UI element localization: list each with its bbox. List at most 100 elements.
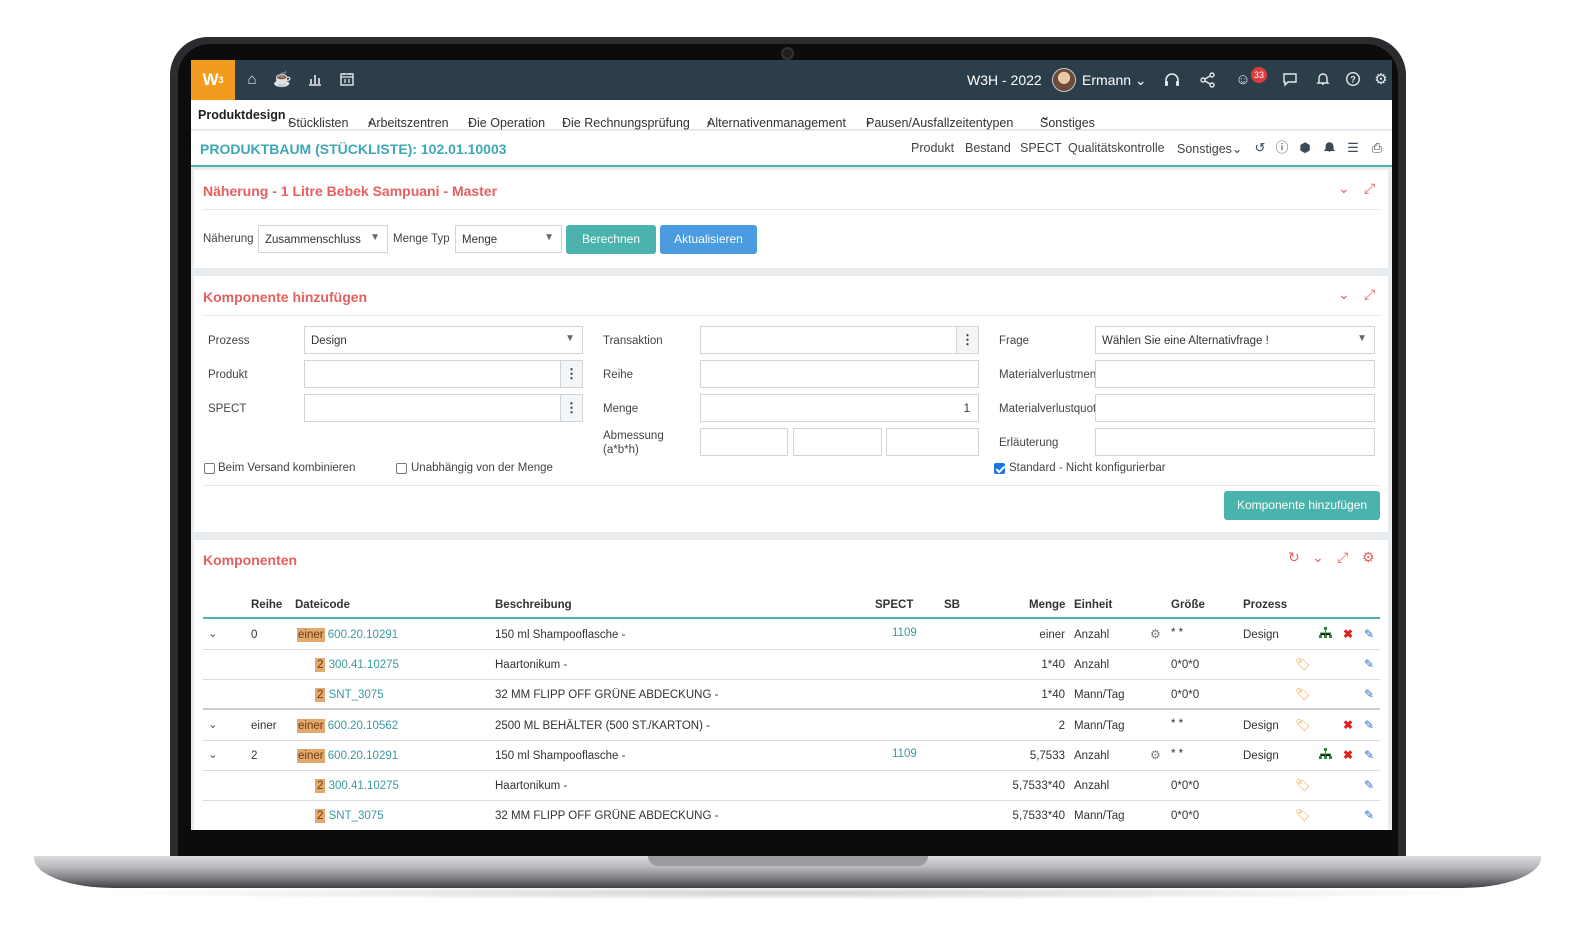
spect-input[interactable]: ⋮ (304, 394, 583, 422)
table-row[interactable]: ⌄ 2 einer 600.20.10291 150 ml Shampoofla… (203, 741, 1380, 771)
tree-icon[interactable] (1319, 627, 1332, 642)
col-beschreibung[interactable]: Beschreibung (495, 599, 572, 611)
standard-checkbox[interactable] (994, 463, 1005, 474)
chevron-down-icon[interactable]: ⌄ (208, 626, 218, 640)
collapse-icon[interactable]: ⌄ (1338, 286, 1350, 303)
more-icon[interactable]: ⋮ (956, 327, 978, 353)
more-icon[interactable]: ⋮ (560, 395, 582, 421)
table-row[interactable]: ⌄ 0 einer 600.20.10291 150 ml Shampoofla… (203, 620, 1380, 650)
link-bestand[interactable]: Bestand (965, 141, 1011, 155)
erlaeuterung-input[interactable] (1095, 428, 1375, 456)
bell-icon[interactable] (1314, 71, 1332, 89)
edit-icon[interactable]: ✎ (1364, 657, 1374, 671)
table-row[interactable]: ⌄ einer einer 600.20.10562 2500 ML BEHÄL… (203, 711, 1380, 741)
print-icon[interactable]: ⎙ (1370, 140, 1384, 156)
cube-icon[interactable]: ⬢ (1298, 140, 1312, 156)
link-sonstiges[interactable]: Sonstiges⌄ (1177, 141, 1242, 156)
prozess-select[interactable]: Design ▼ (304, 326, 583, 354)
delete-icon[interactable]: ✖ (1343, 627, 1353, 641)
edit-icon[interactable]: ✎ (1364, 718, 1374, 732)
reihe-input[interactable] (700, 360, 979, 388)
table-row[interactable]: 2 300.41.10275 Haartonikum - 1*40 Anzahl… (203, 650, 1380, 680)
tag-icon[interactable]: 🏷 (1295, 657, 1310, 671)
menu-item-produktdesign[interactable]: Produktdesign (198, 108, 286, 122)
help-icon[interactable]: ? (1344, 71, 1362, 89)
gear-icon[interactable]: ⚙ (1150, 748, 1161, 762)
col-groesse[interactable]: Größe (1171, 599, 1205, 611)
berechnen-button[interactable]: Berechnen (566, 225, 656, 254)
aktualisieren-button[interactable]: Aktualisieren (660, 225, 757, 254)
calendar-icon[interactable] (338, 71, 356, 89)
col-dateicode[interactable]: Dateicode (295, 599, 350, 611)
tag-icon[interactable]: 🏷 (1295, 718, 1310, 732)
chevron-down-icon[interactable]: ⌄ (208, 717, 218, 731)
col-einheit[interactable]: Einheit (1074, 599, 1112, 611)
col-reihe[interactable]: Reihe (251, 599, 282, 611)
share-icon[interactable] (1199, 71, 1217, 89)
bar-chart-icon[interactable] (306, 71, 324, 89)
menu-item-sonstiges[interactable]: Sonstiges ⌄ (1040, 108, 1095, 130)
user-menu[interactable]: Ermann ⌄ (1082, 72, 1147, 89)
table-row[interactable]: 2 SNT_3075 32 MM FLIPP OFF GRÜNE ABDECKU… (203, 801, 1380, 830)
col-prozess[interactable]: Prozess (1243, 599, 1287, 611)
tag-icon[interactable]: 🏷 (1295, 808, 1310, 822)
menge-typ-select[interactable]: Menge ▼ (455, 225, 562, 253)
edit-icon[interactable]: ✎ (1364, 778, 1374, 792)
unabhaengig-checkbox[interactable] (396, 463, 407, 474)
settings-icon[interactable]: ⚙ (1372, 71, 1390, 89)
gear-icon[interactable]: ⚙ (1150, 627, 1161, 641)
menge-input[interactable]: 1 (700, 394, 979, 422)
abmessung-b-input[interactable] (793, 428, 882, 456)
link-produkt[interactable]: Produkt (911, 141, 954, 155)
coffee-icon[interactable]: ☕ (273, 71, 292, 89)
chat-icon[interactable] (1281, 71, 1299, 89)
table-row[interactable]: 2 300.41.10275 Haartonikum - 5,7533*40 A… (203, 771, 1380, 801)
naeherung-label: Näherung (203, 233, 254, 245)
info-icon[interactable]: ⓘ (1275, 140, 1289, 156)
link-qualitaetskontrolle[interactable]: Qualitätskontrolle (1068, 141, 1165, 155)
col-sb[interactable]: SB (944, 599, 960, 611)
abmessung-a-input[interactable] (700, 428, 788, 456)
frage-select[interactable]: Wählen Sie eine Alternativfrage ! ▼ (1095, 326, 1375, 354)
expand-icon[interactable]: ⤢ (1364, 180, 1375, 197)
settings-icon[interactable]: ⚙ (1362, 549, 1375, 566)
app-logo[interactable]: W3 (191, 60, 235, 100)
expand-icon[interactable]: ⤢ (1337, 549, 1348, 566)
history-icon[interactable]: ↺ (1253, 140, 1267, 156)
produkt-input[interactable]: ⋮ (304, 360, 583, 388)
beim-versand-checkbox[interactable] (204, 463, 215, 474)
bell-icon[interactable] (1322, 140, 1336, 156)
materialverlustquote-input[interactable] (1095, 394, 1375, 422)
komponente-hinzufuegen-button[interactable]: Komponente hinzufügen (1224, 491, 1380, 520)
abmessung-h-input[interactable] (886, 428, 979, 456)
tag-icon[interactable]: 🏷 (1295, 778, 1310, 792)
avatar[interactable] (1052, 68, 1076, 92)
edit-icon[interactable]: ✎ (1364, 627, 1374, 641)
list-icon[interactable]: ☰ (1346, 140, 1360, 156)
collapse-icon[interactable]: ⌄ (1338, 180, 1350, 197)
expand-icon[interactable]: ⤢ (1364, 286, 1375, 303)
table-row[interactable]: 2 SNT_3075 32 MM FLIPP OFF GRÜNE ABDECKU… (203, 680, 1380, 710)
naeherung-select[interactable]: Zusammenschluss ▼ (258, 225, 388, 253)
tag-icon[interactable]: 🏷 (1295, 687, 1310, 701)
refresh-icon[interactable]: ↻ (1288, 549, 1300, 566)
materialverlustmenge-input[interactable] (1095, 360, 1375, 388)
more-icon[interactable]: ⋮ (560, 361, 582, 387)
edit-icon[interactable]: ✎ (1364, 748, 1374, 762)
app-title: W3H - 2022 (967, 72, 1042, 88)
delete-icon[interactable]: ✖ (1343, 718, 1353, 732)
headset-icon[interactable] (1163, 71, 1181, 89)
tree-icon[interactable] (1319, 748, 1332, 763)
col-spect[interactable]: SPECT (875, 599, 913, 611)
collapse-icon[interactable]: ⌄ (1312, 549, 1324, 566)
transaktion-input[interactable]: ⋮ (700, 326, 979, 354)
home-icon[interactable]: ⌂ (243, 71, 261, 89)
chevron-down-icon[interactable]: ⌄ (208, 747, 218, 761)
edit-icon[interactable]: ✎ (1364, 687, 1374, 701)
produkt-label: Produkt (208, 369, 248, 381)
link-spect[interactable]: SPECT (1020, 141, 1062, 155)
smiley-icon[interactable]: ☺ (1234, 71, 1252, 89)
edit-icon[interactable]: ✎ (1364, 808, 1374, 822)
col-menge[interactable]: Menge (1029, 599, 1065, 611)
delete-icon[interactable]: ✖ (1343, 748, 1353, 762)
